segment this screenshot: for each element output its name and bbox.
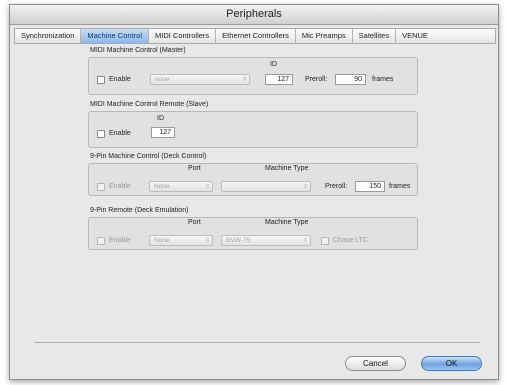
mmc-master-device-popup[interactable]: none ⇳ [150,74,250,85]
mmc-remote-group: ID Enable 127 [88,111,418,148]
popup-arrows-icon: ⇳ [204,238,210,244]
mmc-master-title: MIDI Machine Control (Master) [90,47,186,54]
ninepin-remote-machine-type-value: BVW-75 [226,237,251,244]
tab-synchronization[interactable]: Synchronization [15,29,82,43]
ninepin-remote-group: Port Machine Type Enable None ⇳ BVW-75 ⇳… [88,217,418,250]
footer-divider [34,342,480,343]
ninepin-remote-port-popup[interactable]: None ⇳ [149,235,213,246]
popup-arrows-icon: ⇳ [302,184,308,190]
ninepin-control-preroll-field[interactable]: 150 [355,181,385,192]
ninepin-remote-enable-label: Enable [109,237,131,244]
popup-arrows-icon: ⇳ [204,184,210,190]
ninepin-remote-port-value: None [154,237,170,244]
popup-arrows-icon: ⇳ [241,77,247,83]
ninepin-control-title: 9-Pin Machine Control (Deck Control) [90,153,207,160]
popup-arrows-icon: ⇳ [302,238,308,244]
mmc-master-id-label: ID [270,61,277,68]
window-title: Peripherals [10,5,498,25]
ninepin-control-port-popup[interactable]: None ⇳ [149,181,213,192]
tab-midi-controllers[interactable]: MIDI Controllers [149,29,217,43]
mmc-remote-title: MIDI Machine Control Remote (Slave) [90,101,209,108]
ninepin-control-port-label: Port [188,165,201,172]
mmc-master-group: ID Enable none ⇳ 127 Preroll: 90 frames [88,57,418,95]
mmc-master-enable-label: Enable [109,76,131,83]
tab-satellites[interactable]: Satellites [353,29,397,43]
mmc-master-preroll-field[interactable]: 90 [335,74,366,85]
mmc-remote-enable-label: Enable [109,130,131,137]
chase-ltc-label: Chase LTC [333,237,368,244]
ninepin-control-group: Port Machine Type Enable None ⇳ ⇳ Prerol… [88,163,418,196]
cancel-button[interactable]: Cancel [345,356,406,371]
tab-machine-control[interactable]: Machine Control [81,29,149,43]
tab-mic-preamps[interactable]: Mic Preamps [296,29,353,43]
ninepin-remote-machine-type-popup[interactable]: BVW-75 ⇳ [221,235,311,246]
ninepin-remote-title: 9-Pin Remote (Deck Emulation) [90,207,189,214]
peripherals-window: Peripherals Synchronization Machine Cont… [9,4,499,380]
ninepin-control-enable-checkbox[interactable] [97,183,105,191]
ninepin-control-machine-type-popup[interactable]: ⇳ [221,181,311,192]
mmc-remote-enable-checkbox[interactable] [97,130,105,138]
mmc-master-frames-label: frames [372,76,394,83]
ninepin-remote-port-label: Port [188,219,201,226]
mmc-master-preroll-label: Preroll: [305,76,328,83]
ninepin-remote-enable-checkbox[interactable] [97,237,105,245]
ok-button[interactable]: OK [421,356,482,371]
ninepin-control-enable-label: Enable [109,183,131,190]
ninepin-control-machine-type-label: Machine Type [265,165,309,172]
ninepin-control-frames-label: frames [389,183,411,190]
mmc-master-id-field[interactable]: 127 [265,74,293,85]
mmc-remote-id-label: ID [157,115,164,122]
ninepin-control-port-value: None [154,183,170,190]
ninepin-remote-machine-type-label: Machine Type [265,219,309,226]
mmc-master-device-value: none [155,76,170,83]
tab-ethernet-controllers[interactable]: Ethernet Controllers [216,29,296,43]
chase-ltc-checkbox[interactable] [321,237,329,245]
tab-venue[interactable]: VENUE [396,29,434,43]
mmc-remote-id-field[interactable]: 127 [151,127,175,138]
tab-bar: Synchronization Machine Control MIDI Con… [14,28,496,44]
ninepin-control-preroll-label: Preroll: [325,183,348,190]
mmc-master-enable-checkbox[interactable] [97,76,105,84]
